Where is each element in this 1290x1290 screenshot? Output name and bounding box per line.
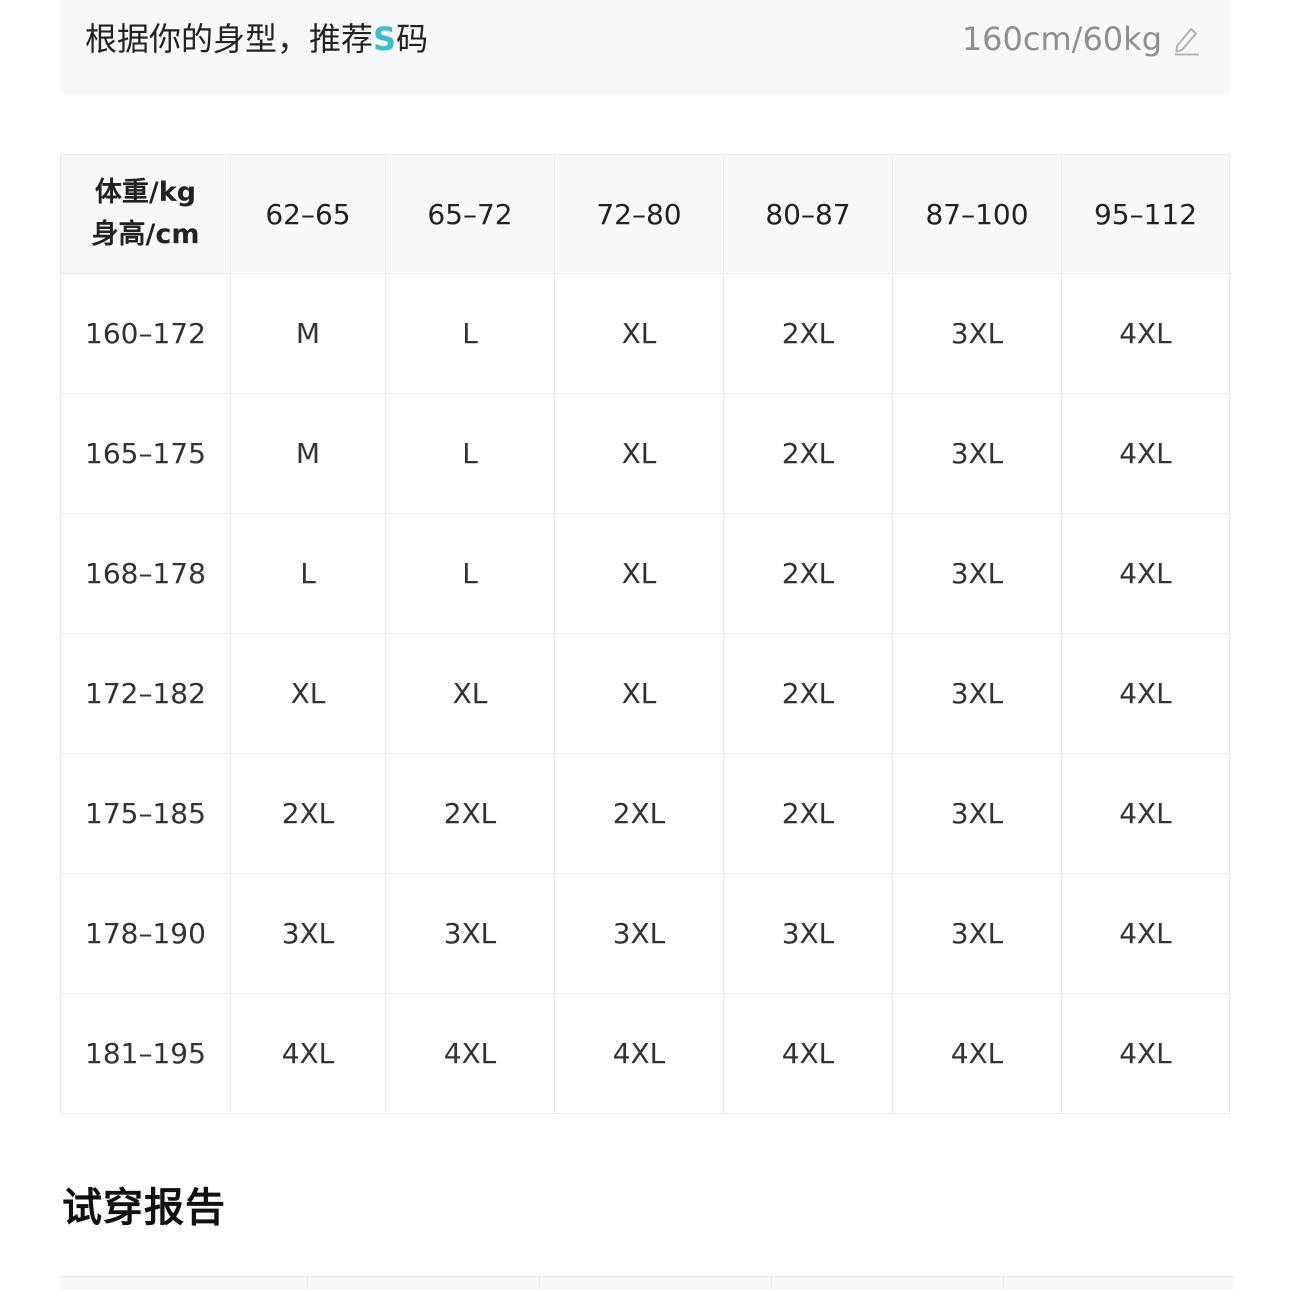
size-table-header-row: 体重/kg 身高/cm 62–65 65–72 72–80 80–87 87–1…	[60, 154, 1230, 274]
size-cell: 3XL	[723, 873, 893, 994]
height-range-cell: 165–175	[60, 393, 231, 514]
size-cell: 4XL	[1061, 273, 1230, 394]
recommendation-text: 根据你的身型，推荐S码	[85, 18, 428, 60]
size-cell: 3XL	[892, 753, 1062, 874]
height-range-cell: 172–182	[60, 633, 231, 754]
size-cell: 2XL	[723, 513, 893, 634]
report-column	[308, 1277, 540, 1290]
size-cell: L	[385, 273, 555, 394]
size-cell: 4XL	[1061, 753, 1230, 874]
size-cell: XL	[385, 633, 555, 754]
report-column	[772, 1277, 1004, 1290]
size-cell: 2XL	[385, 753, 555, 874]
report-column	[60, 1277, 308, 1290]
size-cell: XL	[554, 513, 724, 634]
size-cell: 3XL	[892, 513, 1062, 634]
size-cell: 4XL	[892, 993, 1062, 1114]
size-cell: 4XL	[554, 993, 724, 1114]
size-cell: 2XL	[554, 753, 724, 874]
recommendation-suffix: 码	[396, 20, 429, 58]
size-cell: 2XL	[230, 753, 386, 874]
try-on-report-table	[60, 1276, 1235, 1290]
size-cell: L	[385, 513, 555, 634]
size-cell: M	[230, 393, 386, 514]
table-corner-header: 体重/kg 身高/cm	[60, 154, 231, 274]
size-cell: 2XL	[723, 393, 893, 514]
size-cell: 4XL	[1061, 393, 1230, 514]
table-row: 172–182 XL XL XL 2XL 3XL 4XL	[60, 633, 1230, 754]
size-cell: 3XL	[385, 873, 555, 994]
weight-range-header: 80–87	[723, 154, 893, 274]
size-cell: 2XL	[723, 753, 893, 874]
size-guide-page: 根据你的身型，推荐S码 160cm/60kg 体重/kg 身高/cm 62–65…	[0, 0, 1290, 1290]
size-cell: 2XL	[723, 633, 893, 754]
recommended-size: S	[373, 20, 397, 58]
weight-unit-label: 体重/kg	[94, 177, 197, 208]
size-cell: M	[230, 273, 386, 394]
table-row: 165–175 M L XL 2XL 3XL 4XL	[60, 393, 1230, 514]
size-cell: 3XL	[892, 273, 1062, 394]
size-cell: 3XL	[892, 873, 1062, 994]
height-range-cell: 160–172	[60, 273, 231, 394]
size-cell: 4XL	[385, 993, 555, 1114]
report-column	[1004, 1277, 1235, 1290]
size-recommendation-banner: 根据你的身型，推荐S码 160cm/60kg	[60, 0, 1230, 94]
height-range-cell: 175–185	[60, 753, 231, 874]
size-cell: XL	[554, 633, 724, 754]
size-chart-table: 体重/kg 身高/cm 62–65 65–72 72–80 80–87 87–1…	[60, 154, 1230, 1114]
height-range-cell: 181–195	[60, 993, 231, 1114]
try-on-report-title: 试穿报告	[62, 1185, 226, 1231]
size-cell: 3XL	[892, 393, 1062, 514]
table-row: 168–178 L L XL 2XL 3XL 4XL	[60, 513, 1230, 634]
size-cell: XL	[230, 633, 386, 754]
size-cell: 3XL	[554, 873, 724, 994]
size-cell: 4XL	[230, 993, 386, 1114]
weight-range-header: 65–72	[385, 154, 555, 274]
size-cell: 3XL	[892, 633, 1062, 754]
weight-range-header: 87–100	[892, 154, 1062, 274]
height-range-cell: 178–190	[60, 873, 231, 994]
size-cell: L	[230, 513, 386, 634]
size-cell: XL	[554, 393, 724, 514]
table-row: 178–190 3XL 3XL 3XL 3XL 3XL 4XL	[60, 873, 1230, 994]
table-row: 160–172 M L XL 2XL 3XL 4XL	[60, 273, 1230, 394]
weight-range-header: 95–112	[1061, 154, 1230, 274]
size-cell: 4XL	[1061, 993, 1230, 1114]
size-cell: 4XL	[1061, 513, 1230, 634]
size-cell: L	[385, 393, 555, 514]
size-cell: 4XL	[1061, 633, 1230, 754]
edit-measurements-button[interactable]: 160cm/60kg	[962, 18, 1202, 60]
size-cell: XL	[554, 273, 724, 394]
recommendation-prefix: 根据你的身型，推荐	[85, 20, 374, 58]
body-measurements[interactable]: 160cm/60kg	[962, 18, 1162, 60]
table-row: 181–195 4XL 4XL 4XL 4XL 4XL 4XL	[60, 993, 1230, 1114]
height-unit-label: 身高/cm	[91, 219, 200, 250]
size-cell: 3XL	[230, 873, 386, 994]
table-row: 175–185 2XL 2XL 2XL 2XL 3XL 4XL	[60, 753, 1230, 874]
height-range-cell: 168–178	[60, 513, 231, 634]
size-cell: 4XL	[723, 993, 893, 1114]
weight-range-header: 62–65	[230, 154, 386, 274]
size-cell: 2XL	[723, 273, 893, 394]
edit-pencil-icon[interactable]	[1172, 22, 1202, 56]
size-cell: 4XL	[1061, 873, 1230, 994]
weight-range-header: 72–80	[554, 154, 724, 274]
report-column	[540, 1277, 772, 1290]
